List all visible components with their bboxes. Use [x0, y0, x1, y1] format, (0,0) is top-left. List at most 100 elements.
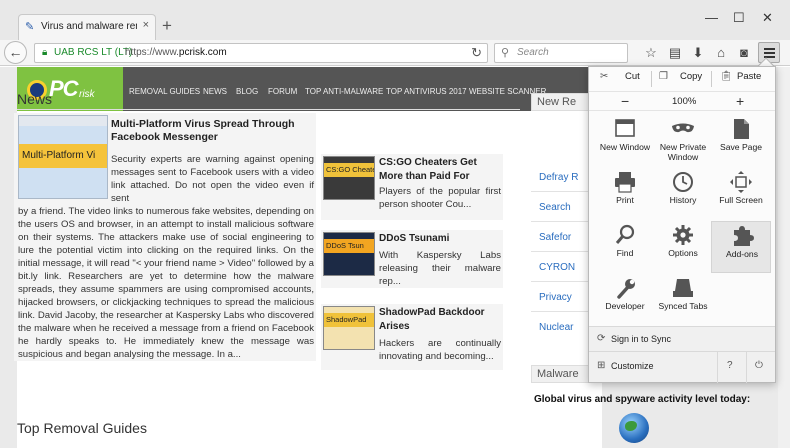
- developer-button[interactable]: Developer: [595, 274, 655, 326]
- new-tab-button[interactable]: +: [162, 17, 172, 34]
- removal-link[interactable]: Safefor: [539, 232, 594, 243]
- reading-list-icon[interactable]: ▤: [667, 45, 683, 61]
- save-page-label: Save Page: [719, 142, 763, 152]
- side-article-title[interactable]: DDoS Tsunami: [379, 232, 501, 246]
- nav-news[interactable]: NEWS: [203, 87, 227, 96]
- save-page-button[interactable]: Save Page: [711, 115, 771, 167]
- maximize-button[interactable]: ☐: [733, 10, 745, 26]
- footer-divider: [717, 352, 718, 383]
- history-clock-icon: [673, 172, 693, 192]
- side-article-thumbnail[interactable]: DDoS Tsun: [323, 232, 375, 276]
- nav-forum[interactable]: FORUM: [268, 87, 297, 96]
- thumbnail-caption: DDoS Tsun: [324, 239, 374, 253]
- print-button[interactable]: Print: [595, 168, 655, 220]
- firefox-menu-panel: ✂ Cut ❐ Copy 📋︎ Paste − 100% + New Windo…: [588, 66, 776, 383]
- new-window-icon: [615, 119, 635, 137]
- lead-article[interactable]: Multi-Platform Vi Multi-Platform Virus S…: [14, 113, 316, 361]
- new-private-window-label: New Private Window: [659, 142, 707, 162]
- find-magnifier-icon: [615, 224, 635, 244]
- navigation-toolbar: ← 🔒︎ UAB RCS LT (LT) https://www.pcrisk.…: [0, 40, 790, 66]
- nav-top-antivirus[interactable]: TOP ANTIVIRUS 2017: [386, 87, 467, 96]
- home-icon[interactable]: ⌂: [713, 45, 729, 60]
- sync-icon: ⟳: [597, 333, 606, 344]
- history-label: History: [669, 195, 697, 205]
- search-icon: ⚲: [501, 47, 510, 59]
- options-gear-icon: [673, 225, 693, 245]
- cut-button[interactable]: Cut: [625, 71, 640, 82]
- copy-button[interactable]: Copy: [680, 71, 702, 82]
- find-button[interactable]: Find: [595, 221, 655, 273]
- new-removals-heading: New Re: [531, 93, 591, 111]
- tab-favicon-icon: ✎: [25, 21, 35, 33]
- synced-tabs-button[interactable]: Synced Tabs: [653, 274, 713, 326]
- side-article-body: Hackers are continually innovating and b…: [379, 338, 501, 362]
- minimize-button[interactable]: —: [705, 10, 718, 25]
- nav-top-anti-malware[interactable]: TOP ANTI-MALWARE: [305, 87, 383, 96]
- new-window-button[interactable]: New Window: [595, 115, 655, 167]
- removal-link[interactable]: Privacy: [539, 292, 594, 303]
- thumbnail-caption: CS:GO Cheaters: [324, 163, 374, 177]
- side-article-title[interactable]: CS:GO Cheaters Get More than Paid For: [379, 156, 501, 184]
- link-divider: [531, 191, 591, 192]
- lock-icon: 🔒︎: [42, 47, 48, 58]
- help-icon[interactable]: ?: [727, 360, 733, 371]
- lead-article-title[interactable]: Multi-Platform Virus Spread Through Face…: [111, 118, 311, 144]
- site-identity[interactable]: UAB RCS LT (LT): [54, 47, 132, 58]
- link-divider: [531, 311, 591, 312]
- add-ons-button[interactable]: Add-ons: [711, 221, 771, 273]
- removal-link[interactable]: Nuclear: [539, 322, 594, 333]
- malware-activity-text: Global virus and spyware activity level …: [534, 394, 751, 405]
- removal-link[interactable]: CYRON: [539, 262, 594, 273]
- zoom-in-button[interactable]: +: [736, 93, 744, 109]
- cut-icon: ✂: [600, 71, 609, 82]
- side-article-thumbnail[interactable]: ShadowPad: [323, 306, 375, 350]
- back-button[interactable]: ←: [4, 41, 27, 64]
- addons-puzzle-icon: [734, 226, 754, 246]
- url-domain: pcrisk.com: [178, 47, 227, 58]
- zoom-out-button[interactable]: −: [621, 93, 629, 109]
- page-scrollbar[interactable]: [778, 67, 790, 448]
- side-article-thumbnail[interactable]: CS:GO Cheaters: [323, 156, 375, 200]
- url-text[interactable]: https://www.pcrisk.com: [125, 47, 227, 58]
- synced-tabs-label: Synced Tabs: [658, 301, 708, 311]
- private-mask-icon: [672, 123, 694, 133]
- side-article[interactable]: ShadowPad ShadowPad Backdoor Arises Hack…: [321, 304, 503, 370]
- quit-power-icon[interactable]: ⏻: [755, 360, 763, 371]
- search-bar[interactable]: ⚲ Search: [494, 43, 628, 63]
- developer-wrench-icon: [617, 279, 635, 299]
- tab-close-icon[interactable]: ×: [143, 19, 149, 31]
- globe-icon: [619, 413, 649, 443]
- nav-removal-guides[interactable]: REMOVAL GUIDES: [129, 87, 200, 96]
- customize-button[interactable]: Customize: [611, 361, 654, 371]
- title-bar: ✎ Virus and malware removal × + — ☐ ✕: [0, 0, 790, 40]
- reload-icon[interactable]: ↻: [471, 45, 482, 61]
- options-button[interactable]: Options: [653, 221, 713, 273]
- side-article[interactable]: DDoS Tsun DDoS Tsunami With Kaspersky La…: [321, 230, 503, 288]
- close-window-button[interactable]: ✕: [762, 10, 773, 26]
- print-icon: [615, 172, 635, 193]
- site-header: PC risk REMOVAL GUIDES NEWS BLOG FORUM T…: [17, 67, 602, 111]
- removal-link[interactable]: Defray R: [539, 172, 594, 183]
- side-article[interactable]: CS:GO Cheaters CS:GO Cheaters Get More t…: [321, 154, 503, 220]
- paste-button[interactable]: Paste: [737, 71, 761, 82]
- removal-link[interactable]: Search: [539, 202, 594, 213]
- full-screen-button[interactable]: Full Screen: [711, 168, 771, 220]
- sign-in-to-sync-button[interactable]: Sign in to Sync: [611, 334, 671, 344]
- new-window-label: New Window: [599, 142, 651, 152]
- pocket-icon[interactable]: ◙: [736, 45, 752, 60]
- news-divider: [17, 109, 520, 110]
- star-icon[interactable]: ☆: [643, 45, 659, 61]
- side-article-body: Players of the popular first person shoo…: [379, 186, 501, 210]
- zoom-level[interactable]: 100%: [672, 96, 696, 107]
- download-icon[interactable]: ⬇: [690, 45, 706, 61]
- url-bar[interactable]: 🔒︎ UAB RCS LT (LT) https://www.pcrisk.co…: [34, 43, 488, 63]
- link-divider: [531, 281, 591, 282]
- history-button[interactable]: History: [653, 168, 713, 220]
- browser-tab[interactable]: ✎ Virus and malware removal ×: [18, 14, 156, 40]
- fullscreen-icon: [730, 171, 752, 193]
- footer-divider: [589, 351, 775, 352]
- link-divider: [531, 221, 591, 222]
- side-article-title[interactable]: ShadowPad Backdoor Arises: [379, 306, 501, 334]
- nav-blog[interactable]: BLOG: [236, 87, 258, 96]
- new-private-window-button[interactable]: New Private Window: [653, 115, 713, 167]
